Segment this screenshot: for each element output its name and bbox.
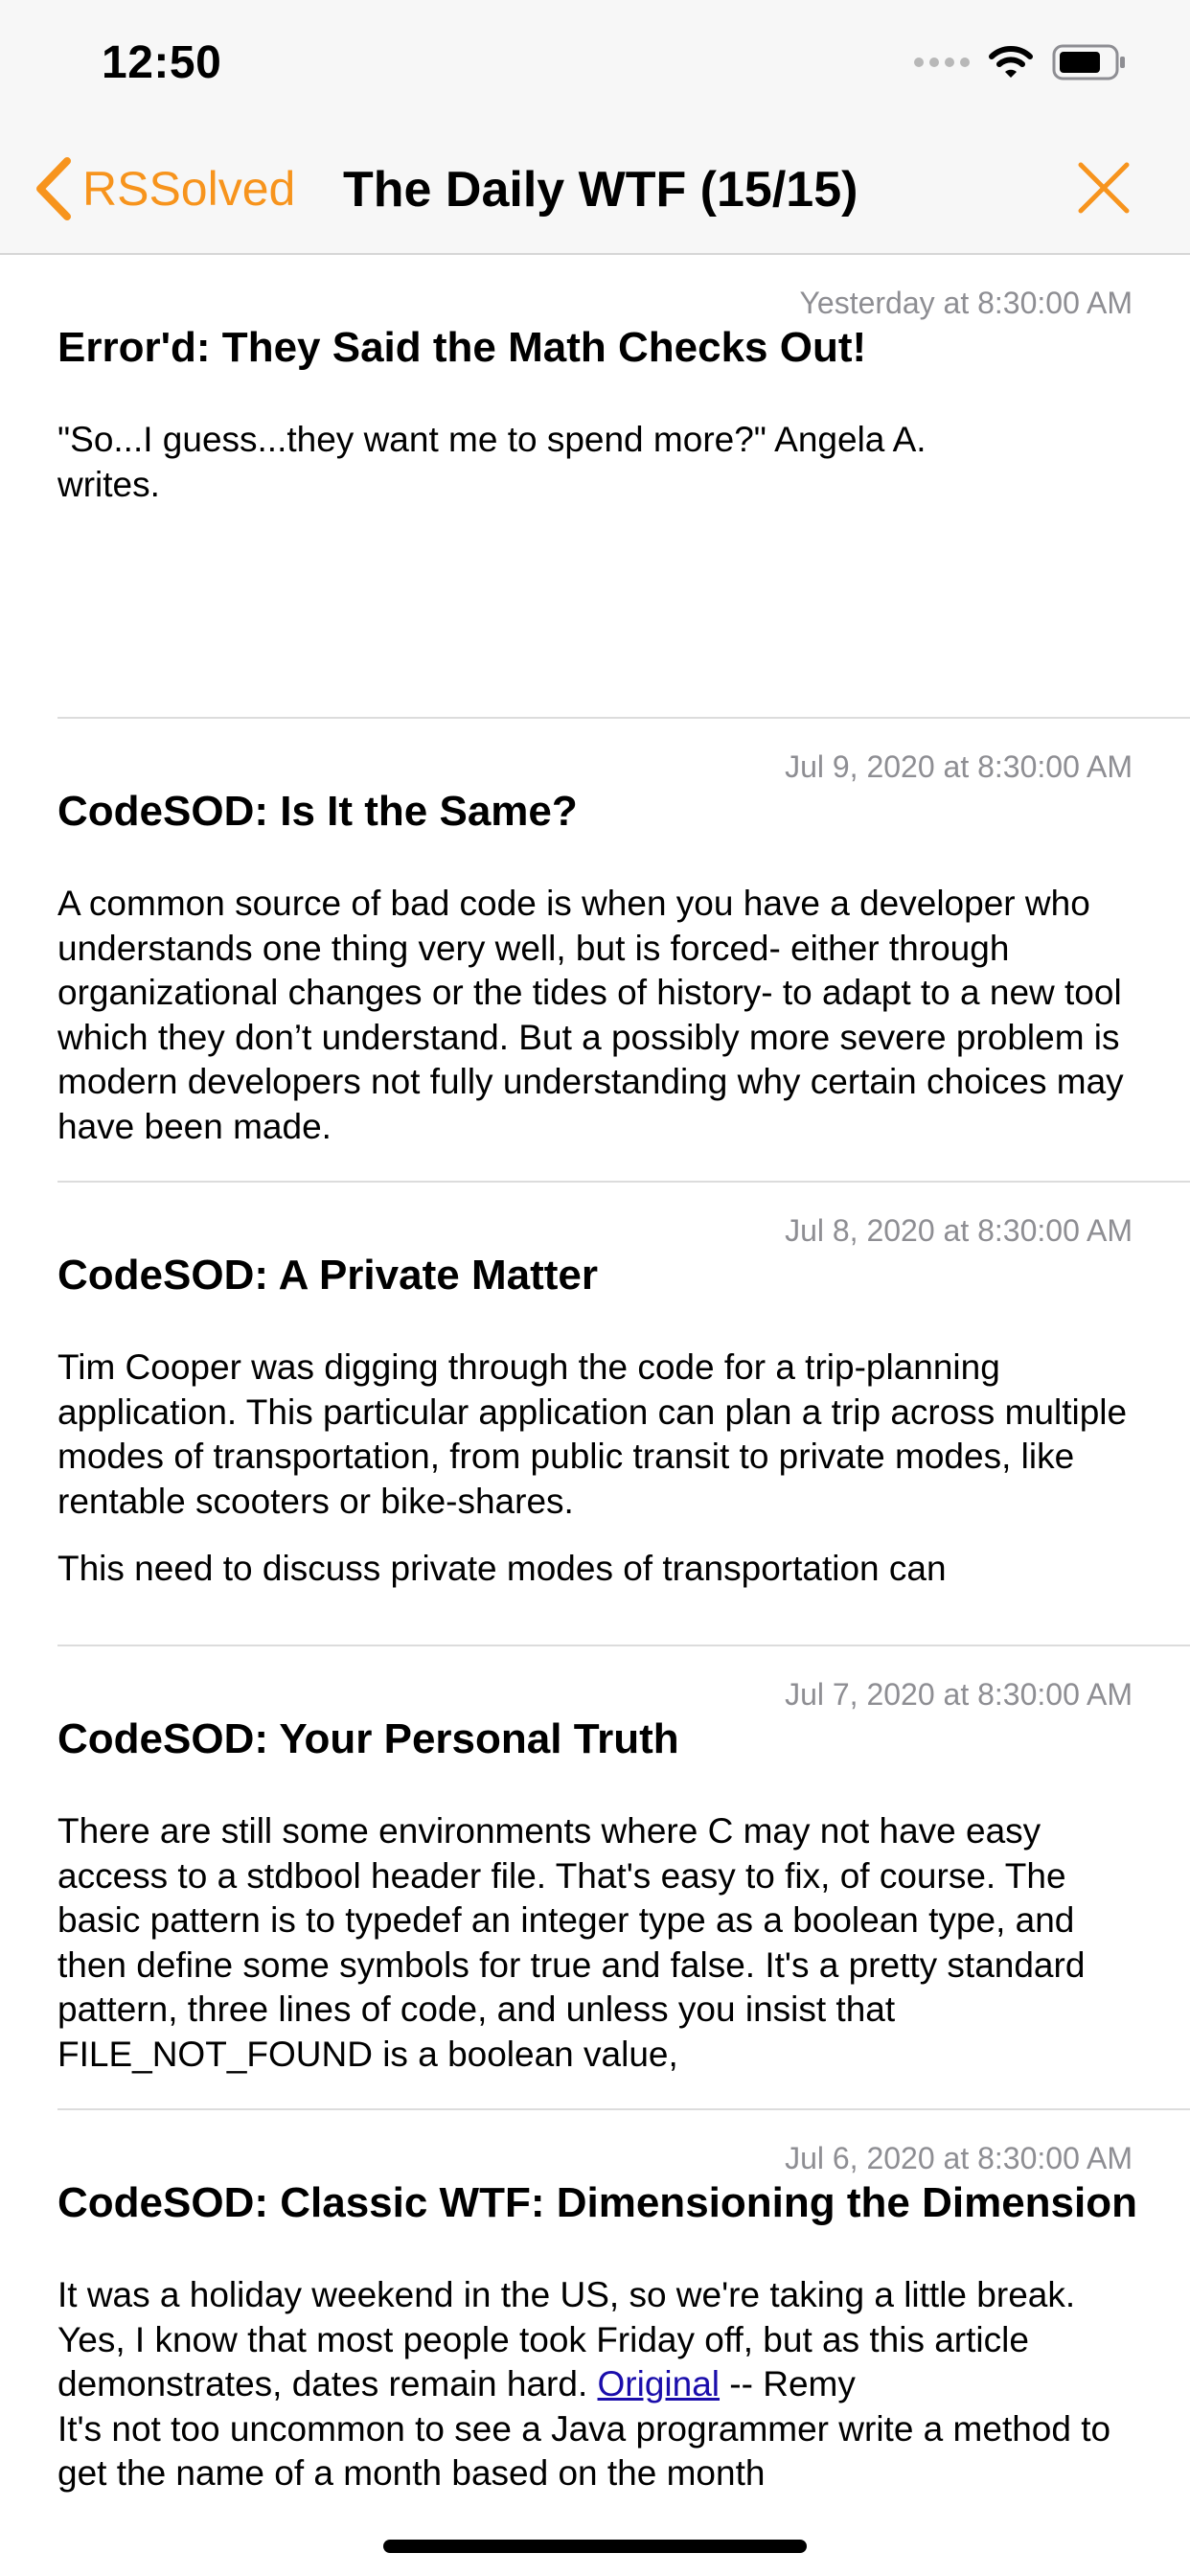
article-paragraph: "So...I guess...they want me to spend mo… [57, 420, 927, 504]
article-text: -- Remy [729, 2364, 856, 2404]
article-paragraph: There are still some environments where … [57, 1811, 1086, 2074]
article-date: Yesterday at 8:30:00 AM [799, 286, 1133, 320]
article-title: CodeSOD: Your Personal Truth [57, 1715, 679, 1762]
article-title: CodeSOD: Classic WTF: Dimensioning the D… [57, 2179, 1137, 2226]
back-button[interactable]: RSSolved [34, 157, 295, 220]
chevron-left-icon [36, 157, 71, 220]
back-button-label: RSSolved [82, 162, 296, 216]
battery-icon [1052, 44, 1125, 80]
article-date: Jul 6, 2020 at 8:30:00 AM [785, 2141, 1133, 2175]
original-link[interactable]: Original [598, 2364, 721, 2404]
article-item[interactable]: Jul 6, 2020 at 8:30:00 AM CodeSOD: Class… [57, 2110, 1190, 2551]
article-title: Error'd: They Said the Math Checks Out! [57, 324, 867, 371]
article-paragraph: A common source of bad code is when you … [57, 884, 1124, 1146]
article-summary: Tim Cooper was digging through the code … [57, 1346, 1133, 1615]
article-date: Jul 8, 2020 at 8:30:00 AM [785, 1213, 1133, 1248]
navigation-bar: RSSolved The Daily WTF (15/15) [0, 144, 1190, 240]
article-item[interactable]: Jul 7, 2020 at 8:30:00 AM CodeSOD: Your … [57, 1646, 1190, 2110]
article-summary: It was a holiday weekend in the US, so w… [57, 2273, 1133, 2519]
article-summary: A common source of bad code is when you … [57, 882, 1133, 1172]
article-text: It was a holiday weekend in the US, so w… [57, 2275, 1076, 2404]
close-icon [1078, 162, 1130, 214]
article-paragraph: This need to discuss private modes of tr… [57, 1549, 947, 1588]
status-icons [914, 44, 1127, 80]
close-button[interactable] [1077, 161, 1131, 219]
article-item[interactable]: Jul 9, 2020 at 8:30:00 AM CodeSOD: Is It… [57, 719, 1190, 1183]
article-title: CodeSOD: Is It the Same? [57, 788, 578, 835]
home-indicator[interactable] [383, 2540, 807, 2553]
article-paragraph: Tim Cooper was digging through the code … [57, 1347, 1128, 1521]
article-item[interactable]: Yesterday at 8:30:00 AM Error'd: They Sa… [57, 255, 1190, 719]
wifi-icon [989, 46, 1033, 78]
article-date: Jul 7, 2020 at 8:30:00 AM [785, 1677, 1133, 1712]
article-list[interactable]: Yesterday at 8:30:00 AM Error'd: They Sa… [0, 255, 1190, 2551]
top-chrome: 12:50 RSSolved The Daily WTF (15/15) [0, 0, 1190, 255]
article-summary: There are still some environments where … [57, 1809, 1133, 2100]
cellular-signal-icon [914, 58, 970, 67]
article-paragraph: It's not too uncommon to see a Java prog… [57, 2408, 1111, 2494]
article-paragraph: It was a holiday weekend in the US, so w… [57, 2273, 1133, 2407]
page-title: The Daily WTF (15/15) [343, 162, 858, 218]
article-date: Jul 9, 2020 at 8:30:00 AM [785, 749, 1133, 784]
article-item[interactable]: Jul 8, 2020 at 8:30:00 AM CodeSOD: A Pri… [57, 1183, 1190, 1646]
article-summary: "So...I guess...they want me to spend mo… [57, 418, 1133, 530]
article-title: CodeSOD: A Private Matter [57, 1252, 598, 1299]
status-time: 12:50 [102, 37, 222, 88]
